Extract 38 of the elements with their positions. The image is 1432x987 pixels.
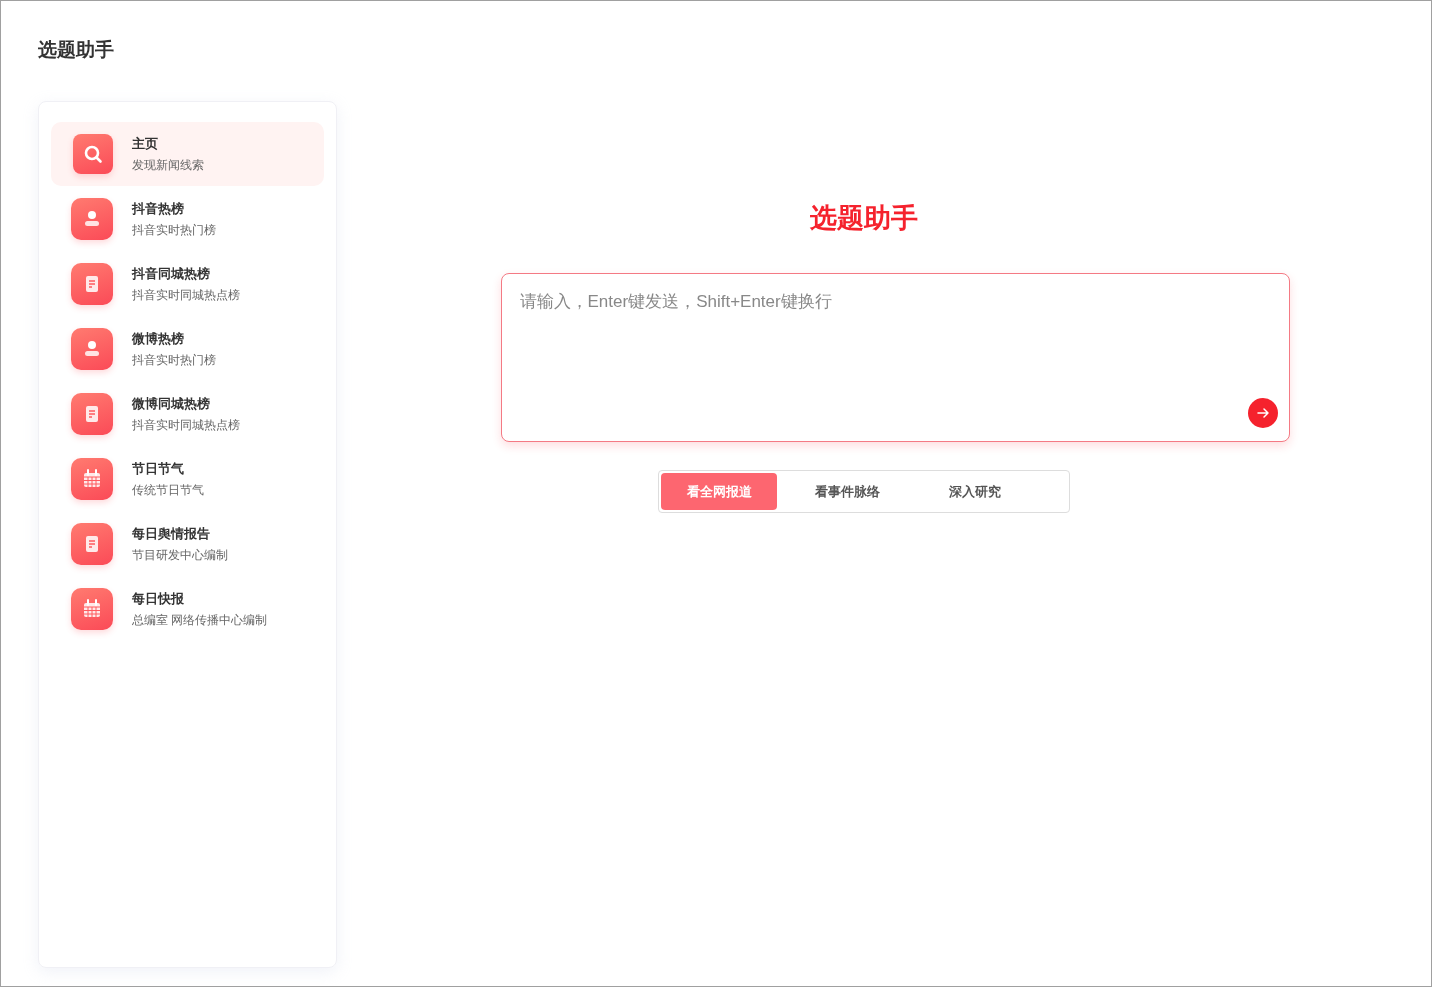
nav-subtitle: 节目研发中心编制 xyxy=(132,546,228,564)
nav-item[interactable]: 主页 发现新闻线索 xyxy=(51,122,324,186)
nav-title: 节日节气 xyxy=(132,459,185,478)
nav-item[interactable]: 抖音热榜 抖音实时热门榜 xyxy=(51,187,324,251)
nav-item[interactable]: 每日快报 总编室 网络传播中心编制 xyxy=(51,577,324,641)
nav-item[interactable]: 抖音同城热榜 抖音实时同城热点榜 xyxy=(51,252,324,316)
nav-item[interactable]: 微博同城热榜 抖音实时同城热点榜 xyxy=(51,382,324,446)
document-icon xyxy=(71,263,113,305)
person-icon xyxy=(71,328,113,370)
nav-title: 微博热榜 xyxy=(132,329,185,348)
nav-subtitle: 抖音实时同城热点榜 xyxy=(132,286,240,304)
nav-title: 抖音同城热榜 xyxy=(132,264,211,283)
nav-title: 每日舆情报告 xyxy=(132,524,211,543)
nav-title: 主页 xyxy=(132,134,159,153)
nav-title: 抖音热榜 xyxy=(132,199,185,218)
arrow-right-icon xyxy=(1255,406,1270,420)
nav-subtitle: 总编室 网络传播中心编制 xyxy=(132,611,268,629)
input-field[interactable]: 请输入，Enter键发送，Shift+Enter键换行 xyxy=(500,273,1290,442)
nav-subtitle: 抖音实时热门榜 xyxy=(132,221,216,239)
nav-subtitle: 发现新闻线索 xyxy=(132,156,204,174)
mode-tab[interactable]: 深入研究 xyxy=(917,473,1033,510)
search-icon xyxy=(73,134,113,174)
nav-subtitle: 抖音实时热门榜 xyxy=(132,351,216,369)
document-icon xyxy=(71,523,113,565)
page-heading: 选题助手 xyxy=(810,202,918,235)
nav-title: 微博同城热榜 xyxy=(132,394,211,413)
nav-item[interactable]: 微博热榜 抖音实时热门榜 xyxy=(51,317,324,381)
mode-tab[interactable]: 看事件脉络 xyxy=(789,473,905,510)
nav-item[interactable]: 每日舆情报告 节目研发中心编制 xyxy=(51,512,324,576)
nav-subtitle: 抖音实时同城热点榜 xyxy=(132,416,240,434)
calendar-icon xyxy=(71,588,113,630)
document-icon xyxy=(71,393,113,435)
app-title: 选题助手 xyxy=(38,38,115,62)
calendar-icon xyxy=(71,458,113,500)
nav-item[interactable]: 节日节气 传统节日节气 xyxy=(51,447,324,511)
nav-subtitle: 传统节日节气 xyxy=(132,481,204,499)
nav-title: 每日快报 xyxy=(132,589,185,608)
person-icon xyxy=(71,198,113,240)
